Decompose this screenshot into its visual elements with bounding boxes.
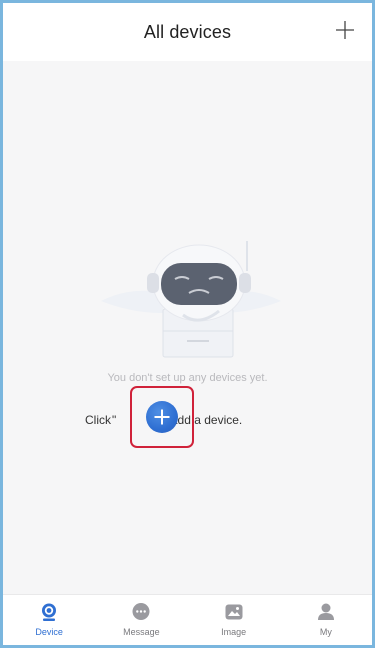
empty-device-area: You don't set up any devices yet. Click … [3, 61, 372, 595]
tab-device[interactable]: Device [3, 595, 95, 645]
add-device-circle-button[interactable] [146, 401, 178, 433]
hint-open-quote: " [112, 413, 117, 427]
robot-illustration [101, 241, 281, 358]
camera-icon [38, 601, 60, 623]
app-screen: All devices You don't set up any devices… [0, 0, 375, 648]
tab-label-my: My [319, 627, 332, 637]
hint-prefix: Click [85, 413, 111, 427]
top-bar: All devices [3, 3, 372, 61]
tab-image[interactable]: Image [188, 595, 280, 645]
tab-label-device: Device [35, 627, 63, 637]
tab-my[interactable]: My [280, 595, 372, 645]
person-icon [315, 601, 337, 623]
tab-label-image: Image [221, 627, 247, 637]
image-icon [223, 601, 245, 623]
bottom-tab-bar: Device Message Image My [3, 594, 372, 645]
chat-bubble-icon [130, 601, 152, 623]
add-device-button[interactable] [332, 17, 358, 43]
empty-state-message: You don't set up any devices yet. [107, 372, 268, 384]
page-title: All devices [143, 21, 232, 42]
tab-message[interactable]: Message [95, 595, 187, 645]
plus-circle-icon [154, 409, 170, 425]
plus-icon [336, 21, 354, 39]
tab-label-message: Message [123, 627, 160, 637]
